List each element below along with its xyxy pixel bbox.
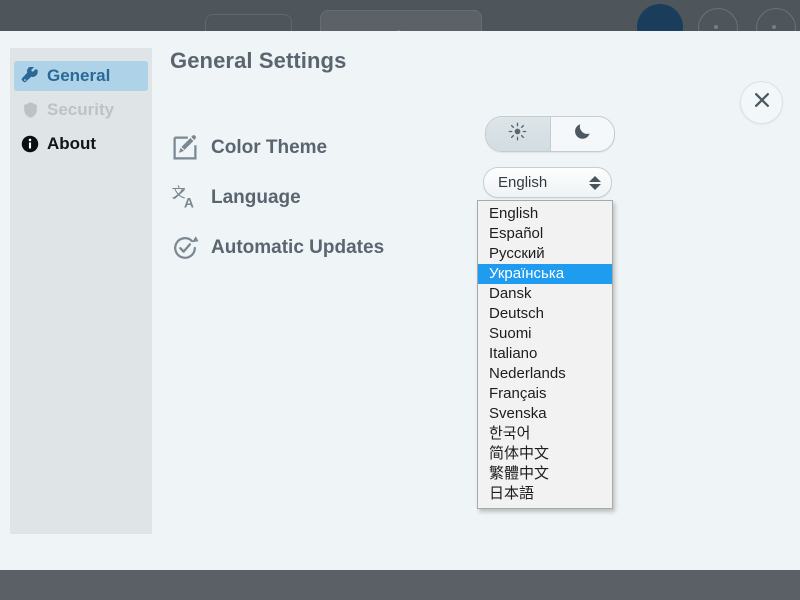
toolbar-icon-dot-2: [772, 25, 776, 29]
language-option[interactable]: 日本語: [478, 484, 612, 504]
setting-row-automatic-updates: Automatic Updates: [170, 231, 384, 265]
color-theme-toggle[interactable]: [485, 116, 615, 152]
language-option[interactable]: Українська: [478, 264, 612, 284]
app-footer: [0, 570, 800, 600]
language-option[interactable]: Dansk: [478, 284, 612, 304]
info-icon: [20, 134, 40, 154]
language-option[interactable]: Русский: [478, 244, 612, 264]
update-check-icon: [170, 233, 200, 263]
sidebar-item-label: Security: [47, 100, 114, 120]
setting-row-color-theme: Color Theme: [170, 131, 327, 165]
language-option[interactable]: 简体中文: [478, 444, 612, 464]
close-button[interactable]: [740, 81, 783, 124]
language-option[interactable]: Suomi: [478, 324, 612, 344]
settings-sidebar: General Security About: [10, 48, 152, 534]
chevron-updown-icon: [589, 174, 601, 192]
language-option[interactable]: Français: [478, 384, 612, 404]
setting-label: Color Theme: [211, 137, 327, 159]
language-option[interactable]: Español: [478, 224, 612, 244]
page-title: General Settings: [170, 48, 800, 74]
setting-label: Automatic Updates: [211, 237, 384, 259]
svg-text:A: A: [184, 194, 194, 210]
sidebar-item-security[interactable]: Security: [14, 95, 148, 125]
shield-icon: [20, 100, 40, 120]
language-option[interactable]: Svenska: [478, 404, 612, 424]
wrench-icon: [20, 66, 40, 86]
sidebar-item-label: General: [47, 66, 110, 86]
close-icon: [752, 90, 772, 115]
settings-panel: General Security About: [0, 31, 800, 570]
language-option[interactable]: 繁體中文: [478, 464, 612, 484]
toolbar-icon-dot-1: [714, 25, 718, 29]
screen: General Security About: [0, 0, 800, 600]
language-option[interactable]: English: [478, 204, 612, 224]
sidebar-item-about[interactable]: About: [14, 129, 148, 159]
language-option[interactable]: Nederlands: [478, 364, 612, 384]
language-option[interactable]: 한국어: [478, 424, 612, 444]
sun-icon: [508, 122, 527, 146]
settings-content: General Settings Color Theme: [168, 48, 800, 74]
language-select-value: English: [498, 174, 589, 191]
setting-row-language: 文 A Language: [170, 181, 301, 215]
language-option[interactable]: Italiano: [478, 344, 612, 364]
app-toolbar: [0, 0, 800, 32]
language-option[interactable]: Deutsch: [478, 304, 612, 324]
language-dropdown-list[interactable]: EnglishEspañolРусскийУкраїнськаDanskDeut…: [477, 200, 613, 509]
theme-option-dark[interactable]: [551, 117, 615, 151]
sidebar-item-label: About: [47, 134, 96, 154]
theme-option-light[interactable]: [486, 117, 551, 151]
translate-icon: 文 A: [170, 183, 200, 213]
moon-icon: [573, 122, 592, 146]
sidebar-item-general[interactable]: General: [14, 61, 148, 91]
language-select[interactable]: English: [483, 167, 612, 198]
paintbrush-icon: [170, 133, 200, 163]
setting-label: Language: [211, 187, 301, 209]
